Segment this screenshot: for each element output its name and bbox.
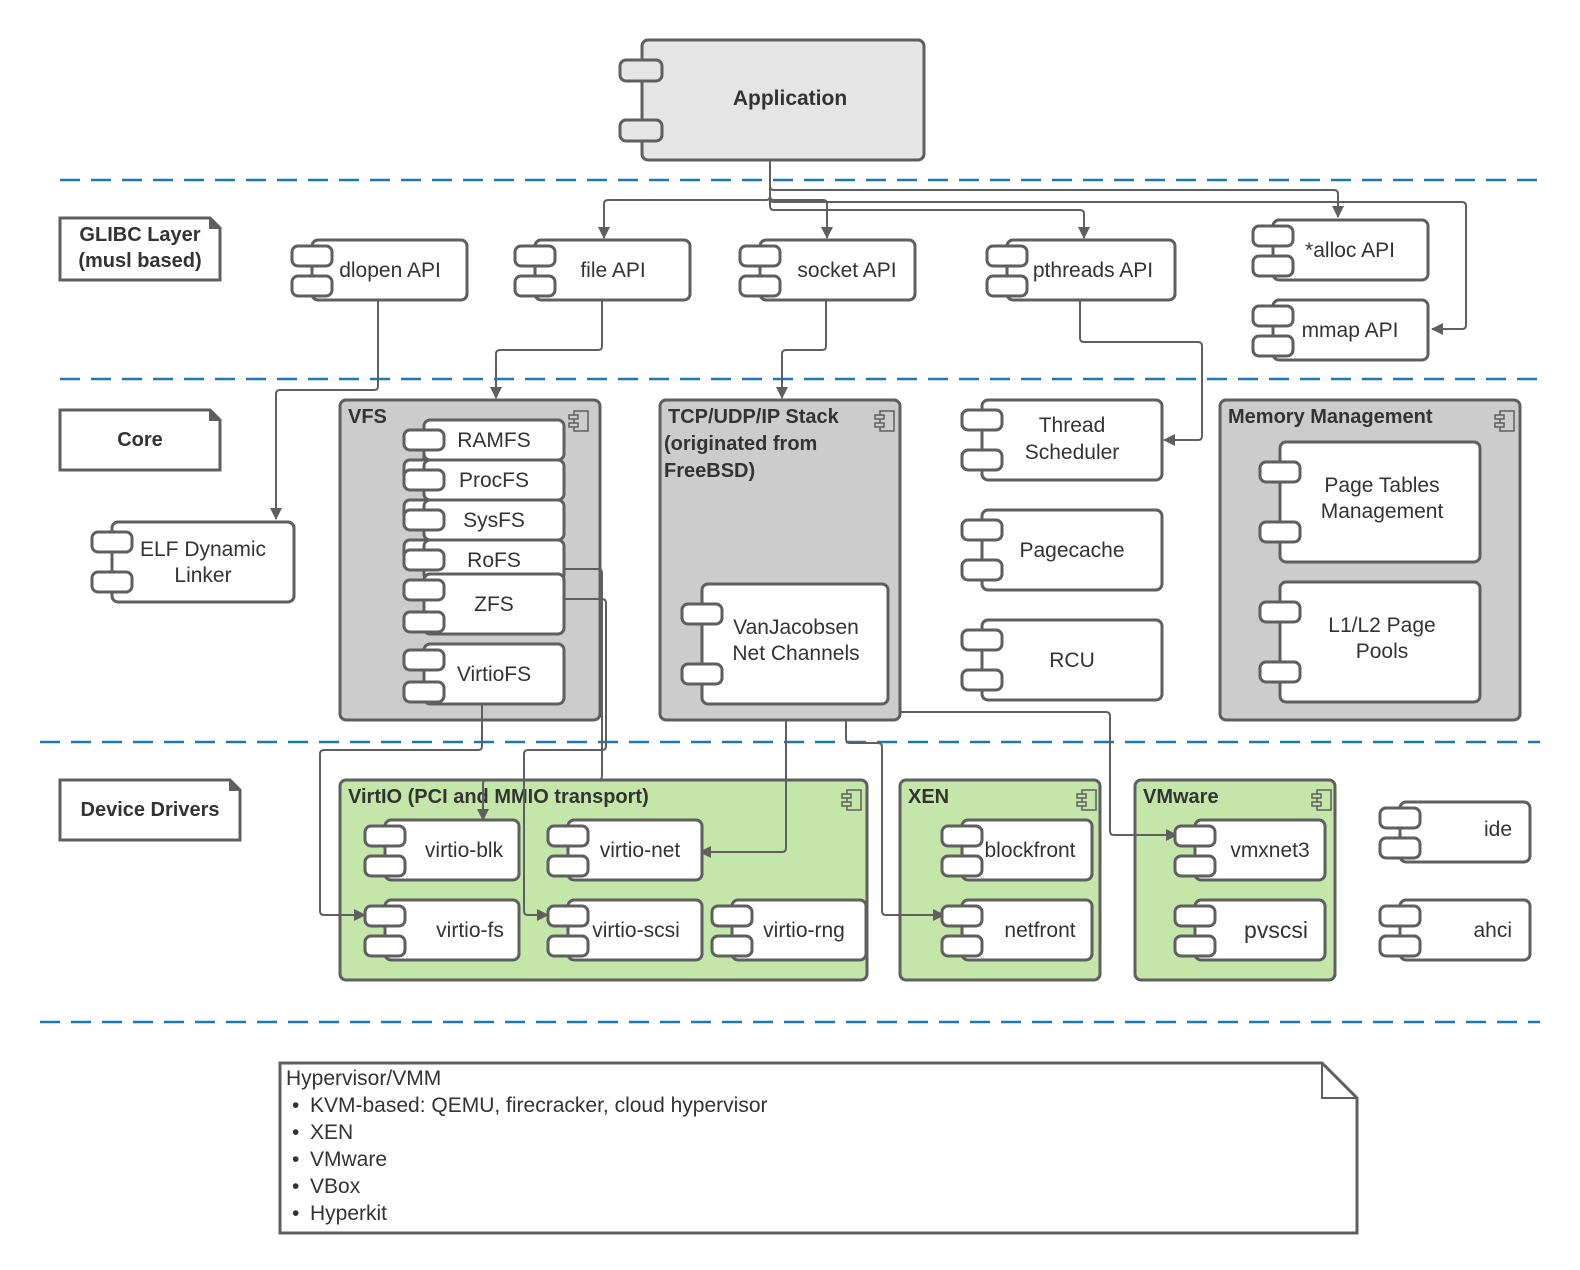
elf-label-line2: Linker — [174, 564, 231, 587]
connector-socket-to-tcp — [776, 300, 827, 399]
socket-api-component[interactable]: socket API — [738, 238, 917, 302]
connector-file-to-vfs — [490, 300, 603, 399]
netfront-component[interactable]: netfront — [940, 898, 1094, 962]
virtio-title: VirtIO (PCI and MMIO transport) — [348, 786, 649, 808]
mmap-api-component[interactable]: mmap API — [1251, 298, 1430, 362]
device-drivers-layer-label: Device Drivers — [81, 799, 220, 821]
list-bullet: • — [292, 1175, 299, 1198]
thread-scheduler-label-line2: Scheduler — [1025, 441, 1120, 464]
thread-scheduler-label-line1: Thread — [1039, 414, 1106, 437]
vfs-item-label: VirtioFS — [457, 663, 531, 686]
hypervisor-note: Hypervisor/VMM • KVM-based: QEMU, firecr… — [278, 1061, 1359, 1235]
application-label: Application — [733, 87, 847, 110]
vmware-title: VMware — [1143, 786, 1219, 808]
vanjacobsen-component[interactable]: VanJacobsen Net Channels — [680, 582, 890, 706]
glibc-layer-label-line1: GLIBC Layer — [79, 224, 200, 246]
pthreads-api-component[interactable]: pthreads API — [985, 238, 1177, 302]
layer-note-core: Core — [58, 408, 222, 472]
list-item: VBox — [310, 1175, 361, 1198]
page-pools-component[interactable]: L1/L2 Page Pools — [1258, 580, 1482, 704]
dlopen-api-component[interactable]: dlopen API — [290, 238, 469, 302]
memory-management-title: Memory Management — [1228, 406, 1433, 428]
list-item: Hyperkit — [310, 1202, 387, 1225]
vfs-item-virtiofs[interactable]: VirtioFS — [402, 642, 566, 706]
file-api-label: file API — [580, 259, 645, 282]
alloc-api-label: *alloc API — [1305, 239, 1395, 262]
virtio-scsi-component[interactable]: virtio-scsi — [546, 898, 704, 962]
elf-dynamic-linker-component[interactable]: ELF Dynamic Linker — [90, 520, 296, 604]
virtio-fs-label: virtio-fs — [436, 919, 504, 942]
hypervisor-title: Hypervisor/VMM — [286, 1067, 441, 1090]
connector-app-to-file-api — [598, 160, 771, 239]
tcp-stack-title-line2: (originated from — [664, 433, 817, 455]
glibc-layer-label-line2: (musl based) — [78, 250, 201, 272]
vmxnet3-component[interactable]: vmxnet3 — [1173, 818, 1327, 882]
pagecache-component[interactable]: Pagecache — [960, 508, 1164, 592]
vfs-title: VFS — [348, 406, 387, 428]
xen-title: XEN — [908, 786, 949, 808]
virtio-fs-component[interactable]: virtio-fs — [363, 898, 521, 962]
vmxnet3-label: vmxnet3 — [1230, 839, 1309, 862]
list-item: KVM-based: QEMU, firecracker, cloud hype… — [310, 1094, 768, 1117]
vfs-item-sysfs[interactable]: SysFS — [402, 498, 566, 542]
pagecache-label: Pagecache — [1019, 539, 1124, 562]
connector-app-to-socket-api — [769, 160, 833, 239]
page-pools-label-line2: Pools — [1356, 640, 1409, 663]
virtio-blk-label: virtio-blk — [425, 839, 504, 862]
list-bullet: • — [292, 1121, 299, 1144]
ide-label: ide — [1484, 818, 1512, 841]
file-api-component[interactable]: file API — [513, 238, 692, 302]
vfs-item-procfs[interactable]: ProcFS — [402, 458, 566, 502]
blockfront-label: blockfront — [984, 839, 1075, 862]
list-item: VMware — [310, 1148, 387, 1171]
rcu-label: RCU — [1049, 649, 1095, 672]
netfront-label: netfront — [1004, 919, 1075, 942]
alloc-api-component[interactable]: *alloc API — [1251, 218, 1430, 282]
vfs-item-zfs[interactable]: ZFS — [402, 572, 566, 636]
vfs-item-label: ZFS — [474, 593, 514, 616]
virtio-rng-component[interactable]: virtio-rng — [710, 898, 868, 962]
core-layer-label: Core — [117, 429, 163, 451]
application-component[interactable]: Application — [618, 38, 926, 162]
tcp-stack-title-line3: FreeBSD) — [664, 460, 755, 482]
tcp-stack-title-line1: TCP/UDP/IP Stack — [668, 406, 840, 428]
list-bullet: • — [292, 1094, 299, 1117]
vfs-item-label: RoFS — [467, 549, 521, 572]
socket-api-label: socket API — [797, 259, 896, 282]
pthreads-api-label: pthreads API — [1033, 259, 1153, 282]
layer-note-device-drivers: Device Drivers — [58, 778, 242, 842]
page-tables-label-line2: Management — [1321, 500, 1444, 523]
thread-scheduler-component[interactable]: Thread Scheduler — [960, 398, 1164, 482]
page-tables-label-line1: Page Tables — [1324, 474, 1439, 497]
architecture-diagram: Application GLIBC Layer (musl based) Cor… — [40, 38, 1540, 1235]
virtio-net-component[interactable]: virtio-net — [546, 818, 704, 882]
list-item: XEN — [310, 1121, 353, 1144]
virtio-rng-label: virtio-rng — [763, 919, 845, 942]
vanjacobsen-label-line1: VanJacobsen — [733, 616, 859, 639]
rcu-component[interactable]: RCU — [960, 618, 1164, 702]
elf-label-line1: ELF Dynamic — [140, 538, 266, 561]
pvscsi-label: pvscsi — [1244, 917, 1308, 943]
virtio-net-label: virtio-net — [600, 839, 681, 862]
ahci-label: ahci — [1473, 919, 1512, 942]
layer-note-glibc: GLIBC Layer (musl based) — [58, 216, 222, 282]
virtio-scsi-label: virtio-scsi — [592, 919, 680, 942]
ide-component[interactable]: ide — [1378, 800, 1532, 864]
page-tables-component[interactable]: Page Tables Management — [1258, 440, 1482, 564]
mmap-api-label: mmap API — [1302, 319, 1399, 342]
blockfront-component[interactable]: blockfront — [940, 818, 1094, 882]
vanjacobsen-label-line2: Net Channels — [732, 642, 859, 665]
virtio-blk-component[interactable]: virtio-blk — [363, 818, 521, 882]
vfs-item-label: RAMFS — [457, 429, 531, 452]
list-bullet: • — [292, 1148, 299, 1171]
pvscsi-component[interactable]: pvscsi — [1173, 898, 1327, 962]
vfs-item-label: ProcFS — [459, 469, 529, 492]
page-pools-label-line1: L1/L2 Page — [1328, 614, 1435, 637]
list-bullet: • — [292, 1202, 299, 1225]
vfs-item-label: SysFS — [463, 509, 525, 532]
ahci-component[interactable]: ahci — [1378, 898, 1532, 962]
dlopen-api-label: dlopen API — [339, 259, 441, 282]
connector-app-to-alloc-api — [769, 160, 1344, 218]
